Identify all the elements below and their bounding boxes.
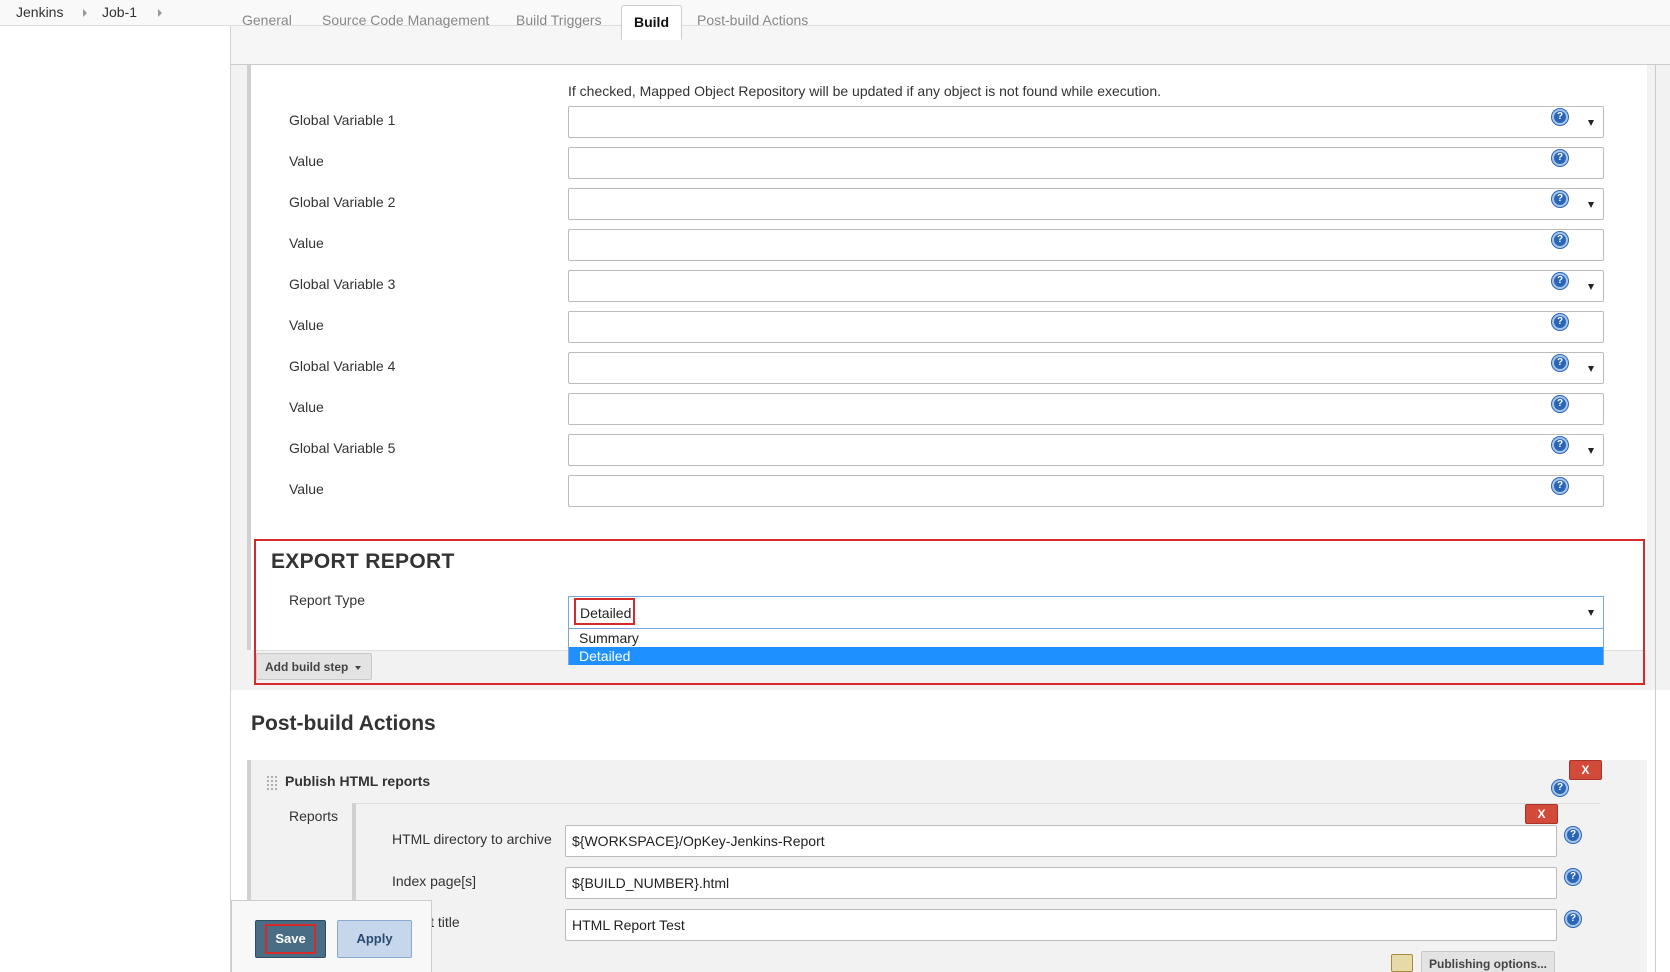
help-icon[interactable]: ? — [1565, 869, 1581, 885]
breadcrumb-chevron-icon — [158, 9, 162, 17]
help-icon[interactable]: ? — [1552, 273, 1568, 289]
reports-label: Reports — [289, 808, 339, 824]
tab-source-code-management[interactable]: Source Code Management — [322, 12, 489, 28]
global-variable-4-select[interactable] — [568, 352, 1604, 384]
value-3-input[interactable] — [568, 311, 1604, 343]
help-icon[interactable]: ? — [1552, 478, 1568, 494]
help-icon[interactable]: ? — [1552, 780, 1568, 796]
publishing-options-button[interactable]: Publishing options... — [1421, 951, 1555, 972]
tab-post-build-actions[interactable]: Post-build Actions — [697, 12, 808, 28]
global-variable-4-label: Global Variable 4 — [289, 358, 396, 374]
global-variable-5-label: Global Variable 5 — [289, 440, 396, 456]
export-report-heading: EXPORT REPORT — [271, 550, 455, 573]
help-icon[interactable]: ? — [1552, 150, 1568, 166]
report-type-select[interactable] — [568, 596, 1604, 629]
help-icon[interactable]: ? — [1552, 191, 1568, 207]
global-variable-5-select[interactable] — [568, 434, 1604, 466]
global-variable-1-label: Global Variable 1 — [289, 112, 396, 128]
global-variable-2-label: Global Variable 2 — [289, 194, 396, 210]
save-highlight — [265, 924, 316, 954]
drag-handle-icon[interactable] — [266, 775, 278, 791]
value-5-label: Value — [289, 481, 324, 497]
value-1-label: Value — [289, 153, 324, 169]
value-4-label: Value — [289, 399, 324, 415]
breadcrumb-job[interactable]: Job-1 — [102, 4, 137, 20]
dropdown-arrow-icon — [1588, 610, 1594, 616]
dropdown-arrow-icon — [1588, 120, 1594, 126]
save-button[interactable]: Save — [255, 920, 326, 958]
global-variable-1-select[interactable] — [568, 106, 1604, 138]
index-pages-input[interactable]: ${BUILD_NUMBER}.html — [565, 867, 1557, 899]
help-text: If checked, Mapped Object Repository wil… — [568, 83, 1162, 99]
breadcrumb-jenkins[interactable]: Jenkins — [16, 4, 63, 20]
apply-button[interactable]: Apply — [337, 920, 412, 958]
index-pages-label: Index page[s] — [392, 873, 477, 889]
help-icon[interactable]: ? — [1552, 437, 1568, 453]
global-variable-3-label: Global Variable 3 — [289, 276, 396, 292]
side-panel — [0, 26, 230, 972]
dropdown-arrow-icon — [1588, 284, 1594, 290]
delete-report-button[interactable]: X — [1525, 804, 1558, 824]
delete-step-button[interactable]: X — [1569, 760, 1602, 780]
publish-html-reports-title: Publish HTML reports — [285, 773, 431, 789]
report-type-options: Summary Detailed — [568, 629, 1604, 665]
tab-general[interactable]: General — [242, 12, 292, 28]
help-icon[interactable]: ? — [1552, 314, 1568, 330]
tab-build-triggers[interactable]: Build Triggers — [516, 12, 602, 28]
post-build-heading: Post-build Actions — [251, 712, 436, 735]
help-icon[interactable]: ? — [1565, 827, 1581, 843]
value-2-label: Value — [289, 235, 324, 251]
report-type-label: Report Type — [289, 592, 366, 608]
notepad-icon — [1391, 954, 1413, 972]
config-tabs — [231, 26, 1670, 65]
help-icon[interactable]: ? — [1552, 232, 1568, 248]
value-3-label: Value — [289, 317, 324, 333]
breadcrumb-chevron-icon — [83, 9, 87, 17]
dropdown-arrow-icon — [1588, 202, 1594, 208]
value-1-input[interactable] — [568, 147, 1604, 179]
global-variable-2-select[interactable] — [568, 188, 1604, 220]
global-variable-3-select[interactable] — [568, 270, 1604, 302]
help-icon[interactable]: ? — [1565, 911, 1581, 927]
report-type-current: Detailed — [574, 598, 635, 625]
value-5-input[interactable] — [568, 475, 1604, 507]
html-directory-label: HTML directory to archive — [392, 831, 552, 847]
html-directory-input[interactable]: ${WORKSPACE}/OpKey-Jenkins-Report — [565, 825, 1557, 857]
panel-border — [1655, 65, 1656, 972]
value-4-input[interactable] — [568, 393, 1604, 425]
tab-build[interactable]: Build — [621, 5, 682, 40]
help-icon[interactable]: ? — [1552, 109, 1568, 125]
option-detailed[interactable]: Detailed — [569, 647, 1603, 665]
dropdown-arrow-icon — [1588, 366, 1594, 372]
report-title-input[interactable]: HTML Report Test — [565, 909, 1557, 941]
dropdown-arrow-icon — [1588, 448, 1594, 454]
help-icon[interactable]: ? — [1552, 396, 1568, 412]
value-2-input[interactable] — [568, 229, 1604, 261]
option-summary[interactable]: Summary — [569, 629, 1603, 647]
help-icon[interactable]: ? — [1552, 355, 1568, 371]
